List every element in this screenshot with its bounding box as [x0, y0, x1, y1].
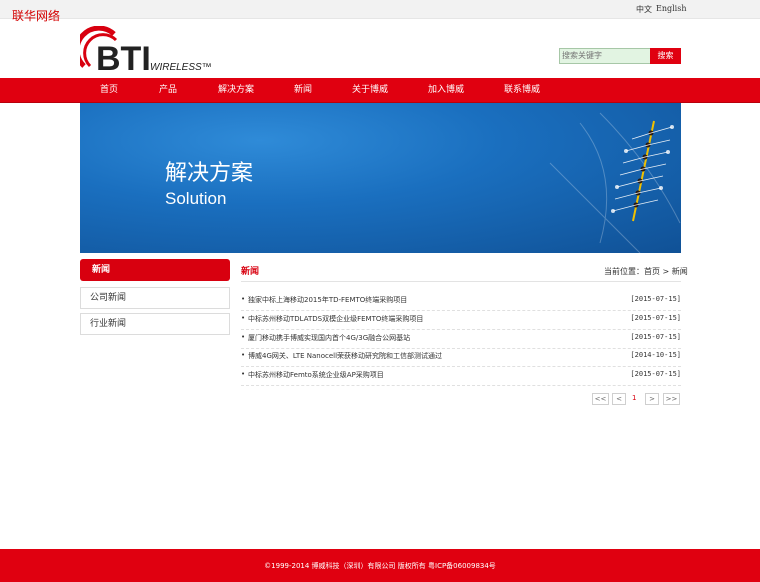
news-list-item[interactable]: • 厦门移动携手博威实现国内首个4G/3G融合公网基站 [2015-07-15]	[241, 330, 681, 349]
logo-subtext: WIRELESS™	[150, 62, 212, 73]
sidebar-item-industry-news[interactable]: 行业新闻	[80, 313, 230, 335]
news-list-item[interactable]: • 独家中标上海移动2015年TD-FEMTO终端采购项目 [2015-07-1…	[241, 292, 681, 311]
bullet-icon: •	[241, 333, 246, 341]
bullet-icon: •	[241, 295, 246, 303]
solution-banner: 解决方案 Solution	[80, 103, 681, 253]
bti-logo[interactable]: BTI WIRELESS™	[80, 26, 220, 74]
news-title[interactable]: 独家中标上海移动2015年TD-FEMTO终端采购项目	[248, 295, 407, 305]
sidebar-item-company-news[interactable]: 公司新闻	[80, 287, 230, 309]
nav-join[interactable]: 加入博威	[428, 78, 464, 102]
pager-next-button[interactable]: >	[645, 393, 659, 405]
watermark: 联华网络	[12, 9, 61, 23]
section-divider	[241, 281, 681, 282]
footer: ©1999-2014 博威科技（深圳）有限公司 版权所有 粤ICP备060098…	[0, 549, 760, 582]
news-title[interactable]: 厦门移动携手博威实现国内首个4G/3G融合公网基站	[248, 333, 410, 343]
bullet-icon: •	[241, 351, 246, 359]
search-button[interactable]: 搜索	[650, 48, 681, 64]
nav-news[interactable]: 新闻	[294, 78, 312, 102]
news-date: [2015-07-15]	[630, 370, 681, 378]
news-date: [2015-07-15]	[630, 333, 681, 341]
news-list-item[interactable]: • 博威4G网关、LTE Nanocell荣获移动研究院和工信部测试通过 [20…	[241, 348, 681, 367]
footer-copyright: ©1999-2014 博威科技（深圳）有限公司 版权所有 粤ICP备060098…	[264, 562, 496, 570]
nav-contact[interactable]: 联系博威	[504, 78, 540, 102]
banner-title-cn: 解决方案	[165, 161, 254, 186]
pager-prev-button[interactable]: <	[612, 393, 626, 405]
news-title[interactable]: 中标苏州移动Femto系统企业级AP采购项目	[248, 370, 384, 380]
pager-last-button[interactable]: >>	[663, 393, 680, 405]
pager-first-button[interactable]: <<	[592, 393, 609, 405]
search-input[interactable]	[559, 48, 653, 64]
news-list-item[interactable]: • 中标苏州移动TDLATDS双模企业级FEMTO终端采购项目 [2015-07…	[241, 311, 681, 330]
news-date: [2015-07-15]	[630, 314, 681, 322]
language-english-link[interactable]: English	[656, 4, 687, 13]
main-nav: 首页 产品 解决方案 新闻 关于博威 加入博威 联系博威	[0, 78, 760, 103]
news-list-item[interactable]: • 中标苏州移动Femto系统企业级AP采购项目 [2015-07-15]	[241, 367, 681, 386]
section-title: 新闻	[241, 267, 260, 277]
nav-solutions[interactable]: 解决方案	[218, 78, 254, 102]
logo-text: BTI	[96, 40, 151, 74]
news-date: [2015-07-15]	[630, 295, 681, 303]
nav-about[interactable]: 关于博威	[352, 78, 388, 102]
nav-products[interactable]: 产品	[159, 78, 177, 102]
news-date: [2014-10-15]	[630, 351, 681, 359]
pager-current-page[interactable]: 1	[632, 394, 636, 402]
bullet-icon: •	[241, 314, 246, 322]
breadcrumb: 当前位置：首页 > 新闻	[604, 267, 688, 276]
news-title[interactable]: 博威4G网关、LTE Nanocell荣获移动研究院和工信部测试通过	[248, 351, 442, 361]
news-title[interactable]: 中标苏州移动TDLATDS双模企业级FEMTO终端采购项目	[248, 314, 423, 324]
sidebar-title: 新闻	[80, 259, 230, 281]
bullet-icon: •	[241, 370, 246, 378]
banner-title-en: Solution	[165, 189, 227, 208]
language-chinese-link[interactable]: 中文	[636, 4, 652, 15]
nav-home[interactable]: 首页	[100, 78, 118, 102]
